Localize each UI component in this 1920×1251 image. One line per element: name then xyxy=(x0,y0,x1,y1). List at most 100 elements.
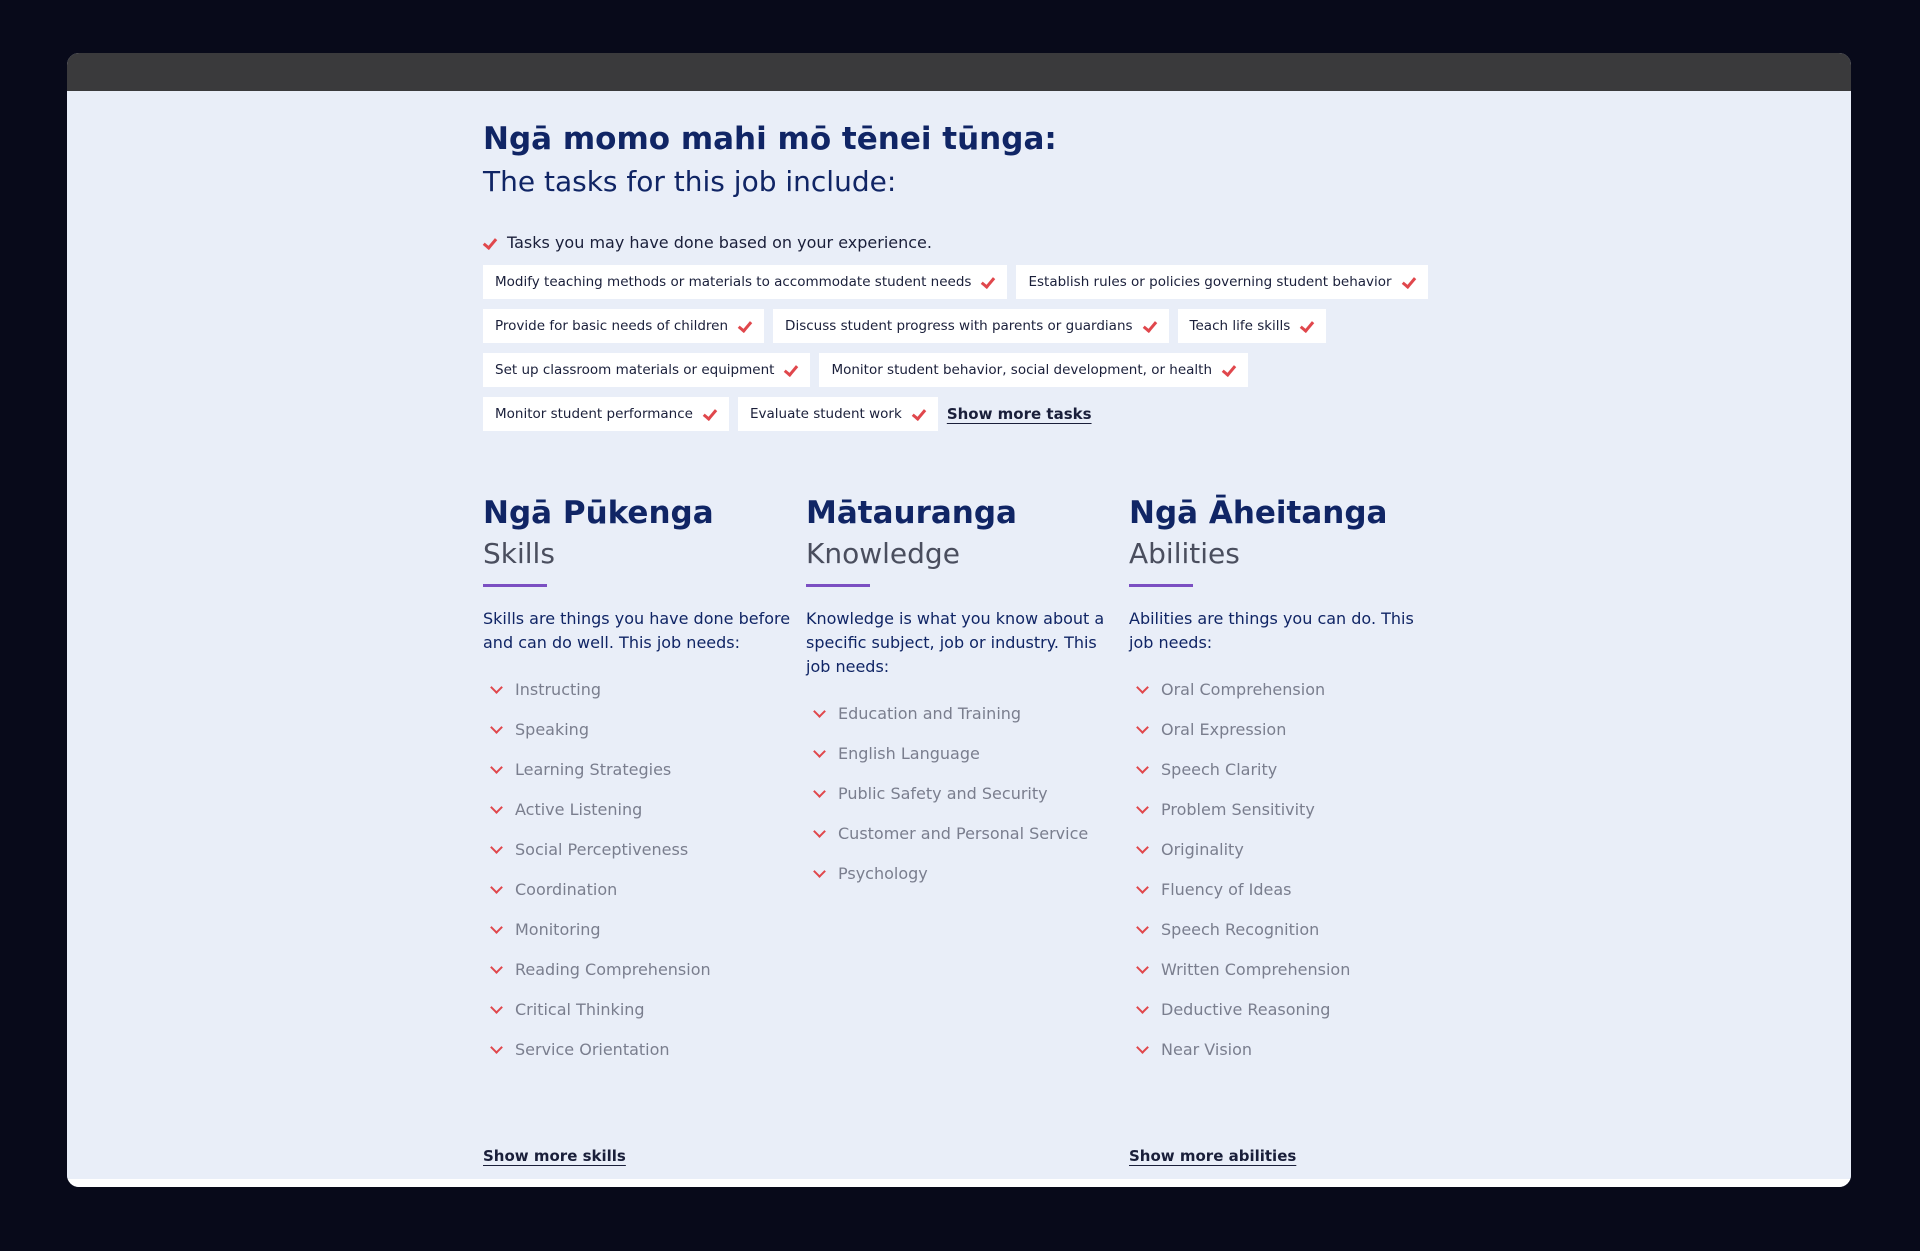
check-icon xyxy=(1143,319,1157,333)
ability-item[interactable]: Fluency of Ideas xyxy=(1129,869,1429,909)
skills-description: Skills are things you have done before a… xyxy=(483,609,791,652)
page-content: Ngā momo mahi mō tēnei tūnga: The tasks … xyxy=(67,91,1851,1179)
abilities-description: Abilities are things you can do. This jo… xyxy=(1129,609,1414,652)
skill-item[interactable]: Monitoring xyxy=(483,909,783,949)
ability-item[interactable]: Speech Clarity xyxy=(1129,749,1429,789)
skill-item[interactable]: Speaking xyxy=(483,709,783,749)
ability-item[interactable]: Deductive Reasoning xyxy=(1129,989,1429,1029)
ability-label: Deductive Reasoning xyxy=(1161,999,1331,1019)
browser-window: Ngā momo mahi mō tēnei tūnga: The tasks … xyxy=(67,53,1851,1187)
chevron-down-icon xyxy=(489,682,503,696)
ability-item[interactable]: Oral Comprehension xyxy=(1129,669,1429,709)
chevron-down-icon xyxy=(489,1002,503,1016)
check-icon xyxy=(1402,275,1416,289)
task-label: Monitor student performance xyxy=(495,406,693,422)
chevron-down-icon xyxy=(1135,1042,1149,1056)
chevron-down-icon xyxy=(1135,842,1149,856)
chevron-down-icon xyxy=(812,706,826,720)
skill-label: Instructing xyxy=(515,679,601,699)
knowledge-label: Education and Training xyxy=(838,703,1022,723)
chevron-down-icon xyxy=(812,746,826,760)
ability-item[interactable]: Originality xyxy=(1129,829,1429,869)
chevron-down-icon xyxy=(812,866,826,880)
skill-item[interactable]: Reading Comprehension xyxy=(483,949,783,989)
ability-item[interactable]: Problem Sensitivity xyxy=(1129,789,1429,829)
knowledge-item[interactable]: Customer and Personal Service xyxy=(806,813,1106,853)
task-chip: Monitor student behavior, social develop… xyxy=(819,353,1249,387)
chevron-down-icon xyxy=(489,1042,503,1056)
show-more-skills-link[interactable]: Show more skills xyxy=(483,1147,626,1165)
chevron-down-icon xyxy=(1135,882,1149,896)
ability-item[interactable]: Written Comprehension xyxy=(1129,949,1429,989)
show-more-tasks-link[interactable]: Show more tasks xyxy=(947,405,1092,423)
skill-label: Learning Strategies xyxy=(515,759,672,779)
ability-label: Oral Comprehension xyxy=(1161,679,1326,699)
ability-label: Originality xyxy=(1161,839,1244,859)
skill-item[interactable]: Learning Strategies xyxy=(483,749,783,789)
skill-item[interactable]: Social Perceptiveness xyxy=(483,829,783,869)
chevron-down-icon xyxy=(489,722,503,736)
check-icon xyxy=(483,236,497,250)
task-chip: Modify teaching methods or materials to … xyxy=(483,265,1008,299)
check-icon xyxy=(912,407,926,421)
abilities-column: Ngā Āheitanga Abilities Abilities are th… xyxy=(1129,495,1429,1069)
skill-item[interactable]: Instructing xyxy=(483,669,783,709)
task-chip: Evaluate student work xyxy=(737,397,938,431)
show-more-abilities-link[interactable]: Show more abilities xyxy=(1129,1147,1296,1165)
abilities-list: Oral Comprehension Oral Expression Speec… xyxy=(1129,669,1429,1069)
check-icon xyxy=(981,275,995,289)
task-row: Monitor student performance Evaluate stu… xyxy=(483,397,1463,431)
knowledge-item[interactable]: English Language xyxy=(806,733,1106,773)
skill-item[interactable]: Coordination xyxy=(483,869,783,909)
knowledge-description: Knowledge is what you know about a speci… xyxy=(806,609,1105,676)
task-chip: Discuss student progress with parents or… xyxy=(773,309,1169,343)
skills-heading-english: Skills xyxy=(483,537,555,570)
skill-item[interactable]: Service Orientation xyxy=(483,1029,783,1069)
tasks-heading-maori: Ngā momo mahi mō tēnei tūnga: xyxy=(483,121,1057,157)
chevron-down-icon xyxy=(489,762,503,776)
chevron-down-icon xyxy=(1135,762,1149,776)
ability-label: Fluency of Ideas xyxy=(1161,879,1292,899)
chevron-down-icon xyxy=(489,962,503,976)
task-label: Discuss student progress with parents or… xyxy=(785,318,1133,334)
knowledge-item[interactable]: Education and Training xyxy=(806,693,1106,733)
task-row: Modify teaching methods or materials to … xyxy=(483,265,1463,299)
task-chips: Modify teaching methods or materials to … xyxy=(483,265,1463,441)
chevron-down-icon xyxy=(1135,922,1149,936)
task-label: Establish rules or policies governing st… xyxy=(1028,274,1392,290)
skill-item[interactable]: Active Listening xyxy=(483,789,783,829)
task-chip: Provide for basic needs of children xyxy=(483,309,765,343)
ability-item[interactable]: Oral Expression xyxy=(1129,709,1429,749)
ability-item[interactable]: Speech Recognition xyxy=(1129,909,1429,949)
check-icon xyxy=(1222,363,1236,377)
skill-label: Active Listening xyxy=(515,799,643,819)
knowledge-column: Mātauranga Knowledge Knowledge is what y… xyxy=(806,495,1106,893)
knowledge-item[interactable]: Public Safety and Security xyxy=(806,773,1106,813)
knowledge-label: Public Safety and Security xyxy=(838,783,1048,803)
task-chip: Teach life skills xyxy=(1177,309,1327,343)
ability-label: Near Vision xyxy=(1161,1039,1253,1059)
skill-label: Monitoring xyxy=(515,919,601,939)
check-icon xyxy=(738,319,752,333)
heading-underline xyxy=(806,584,870,587)
knowledge-item[interactable]: Psychology xyxy=(806,853,1106,893)
check-icon xyxy=(1300,319,1314,333)
check-icon xyxy=(703,407,717,421)
knowledge-label: Psychology xyxy=(838,863,928,883)
skill-label: Reading Comprehension xyxy=(515,959,711,979)
ability-label: Problem Sensitivity xyxy=(1161,799,1315,819)
task-chip: Monitor student performance xyxy=(483,397,729,431)
chevron-down-icon xyxy=(489,842,503,856)
task-chip: Establish rules or policies governing st… xyxy=(1016,265,1428,299)
chevron-down-icon xyxy=(812,826,826,840)
ability-label: Speech Recognition xyxy=(1161,919,1320,939)
knowledge-heading-maori: Mātauranga xyxy=(806,495,1017,531)
task-row: Provide for basic needs of children Disc… xyxy=(483,309,1463,343)
skill-label: Social Perceptiveness xyxy=(515,839,689,859)
ability-item[interactable]: Near Vision xyxy=(1129,1029,1429,1069)
skill-label: Service Orientation xyxy=(515,1039,670,1059)
window-titlebar xyxy=(67,53,1851,91)
skills-column: Ngā Pūkenga Skills Skills are things you… xyxy=(483,495,790,1069)
knowledge-list: Education and Training English Language … xyxy=(806,693,1106,893)
skill-item[interactable]: Critical Thinking xyxy=(483,989,783,1029)
